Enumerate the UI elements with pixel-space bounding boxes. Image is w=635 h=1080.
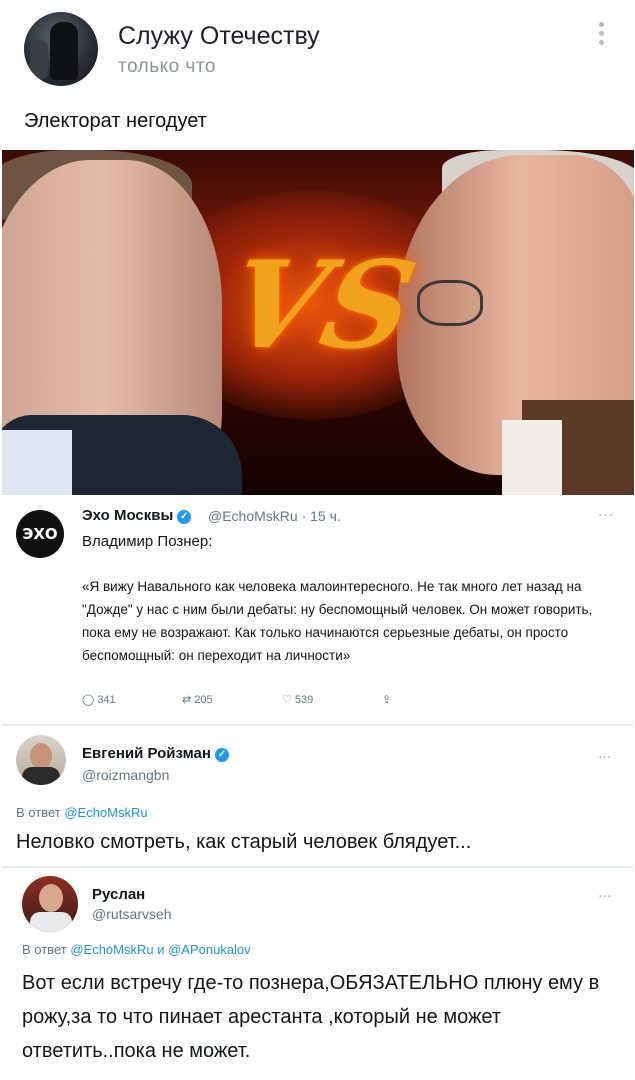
avatar-body <box>30 912 72 932</box>
vs-label: VS <box>217 235 427 376</box>
roizman-avatar[interactable] <box>16 735 66 785</box>
tweet-author-name[interactable]: Евгений Ройзман ✓ <box>82 745 229 762</box>
post-header: Служу Отечеству только что <box>0 0 635 100</box>
tweet-text: Неловко смотреть, как старый человек бля… <box>16 831 472 853</box>
tweet-text: Вот если встречу где-то познера,ОБЯЗАТЕЛ… <box>22 972 600 1062</box>
reply-count: 341 <box>97 694 116 706</box>
verified-icon: ✓ <box>214 748 229 762</box>
menu-dots-icon[interactable] <box>594 22 608 50</box>
like-action[interactable]: ♡ 539 <box>282 693 313 706</box>
tweet-actions: ◯ 341 ⇄ 205 ♡ 539 ⇪ <box>82 693 442 711</box>
retweet-icon: ⇄ <box>182 694 192 706</box>
avatar-figure-center <box>50 22 78 80</box>
avatar-figure-left <box>30 40 48 80</box>
like-count: 539 <box>294 694 314 706</box>
like-icon: ♡ <box>282 694 292 706</box>
reply-context: В ответ @EchoMskRu и @APonukalov <box>22 942 251 957</box>
reply-to-link[interactable]: @EchoMskRu и @APonukalov <box>70 942 250 957</box>
glasses-icon <box>417 280 483 326</box>
reply-to-link[interactable]: @EchoMskRu <box>64 805 147 820</box>
tweet-roizman[interactable]: Евгений Ройзман ✓ @roizmangbn ... В ответ… <box>2 727 633 867</box>
tweet-more-icon[interactable]: ... <box>598 884 611 902</box>
share-action[interactable]: ⇪ <box>382 693 394 706</box>
left-person-shirt <box>2 430 72 495</box>
post-text: Электорат негодует <box>24 110 207 132</box>
tweet-quote: «Я вижу Навального как человека малоинте… <box>82 579 593 663</box>
channel-name[interactable]: Служу Отечеству <box>118 22 320 51</box>
tweet-more-icon[interactable]: ... <box>598 745 611 763</box>
retweet-action[interactable]: ⇄ 205 <box>182 693 213 706</box>
tweet-author-handle: @EchoMskRu · 15 ч. <box>208 508 341 524</box>
verified-icon: ✓ <box>177 510 192 524</box>
reply-context: В ответ @EchoMskRu <box>16 805 148 820</box>
reply-prefix: В ответ <box>22 942 67 957</box>
retweet-count: 205 <box>194 694 213 706</box>
divider <box>2 866 633 868</box>
post-image[interactable]: VS <box>2 150 634 495</box>
channel-avatar[interactable] <box>24 12 98 86</box>
author-name-text: Эхо Москвы <box>82 507 174 524</box>
tweet-author-name[interactable]: Руслан <box>92 886 145 903</box>
tweet-ruslan[interactable]: Руслан @rutsarvseh ... В ответ @EchoMskR… <box>2 870 633 1075</box>
tweet-line1: Владимир Познер: <box>82 533 213 550</box>
tweet-author-handle: @roizmangbn <box>82 767 170 783</box>
reply-action[interactable]: ◯ 341 <box>82 693 116 706</box>
echo-avatar[interactable]: ЭХО <box>16 510 64 558</box>
tweet-echo[interactable]: ЭХО Эхо Москвы ✓ @EchoMskRu · 15 ч. ... В… <box>2 495 633 723</box>
right-person-shirt <box>502 420 562 495</box>
avatar-head <box>39 884 63 912</box>
tweet-more-icon[interactable]: ... <box>598 503 614 521</box>
divider <box>2 724 633 726</box>
post-time: только что <box>118 56 216 77</box>
reply-icon: ◯ <box>82 694 95 706</box>
author-name-text: Евгений Ройзман <box>82 745 211 762</box>
tweet-author-handle: @rutsarvseh <box>92 906 172 922</box>
ruslan-avatar[interactable] <box>22 876 78 932</box>
avatar-head <box>30 743 52 769</box>
avatar-body <box>22 767 60 785</box>
reply-prefix: В ответ <box>16 805 61 820</box>
tweet-author-name[interactable]: Эхо Москвы ✓ <box>82 507 192 524</box>
share-icon: ⇪ <box>382 694 392 706</box>
